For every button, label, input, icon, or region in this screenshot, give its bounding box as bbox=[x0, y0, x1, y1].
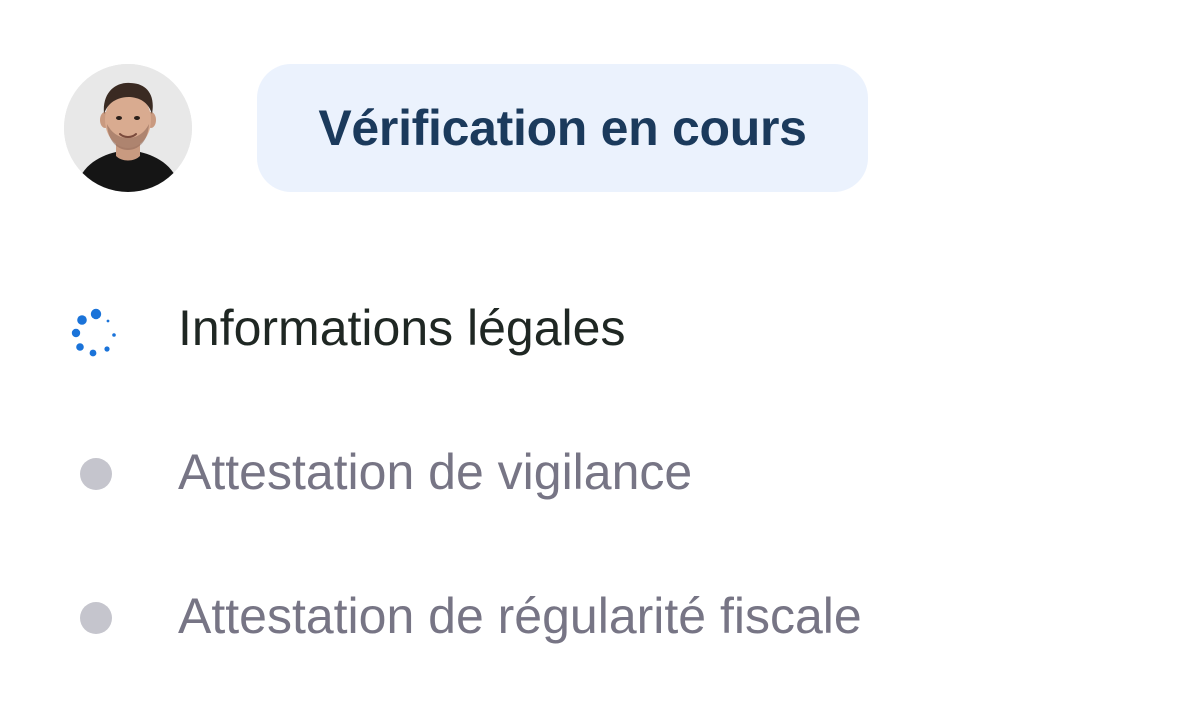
pending-dot-icon bbox=[66, 594, 126, 654]
pending-dot-icon bbox=[66, 450, 126, 510]
step-label: Attestation de vigilance bbox=[178, 444, 693, 500]
step-item-vigilance-certificate: Attestation de vigilance bbox=[0, 432, 1200, 512]
verification-panel: Vérification en cours Informations légal… bbox=[0, 0, 1200, 720]
step-label: Attestation de régularité fiscale bbox=[178, 588, 862, 644]
avatar bbox=[64, 64, 192, 192]
step-item-tax-compliance-certificate: Attestation de régularité fiscale bbox=[0, 576, 1200, 656]
verification-status-badge: Vérification en cours bbox=[257, 64, 868, 192]
user-portrait-icon bbox=[64, 64, 192, 192]
step-label: Informations légales bbox=[178, 300, 626, 356]
loading-spinner-icon bbox=[66, 306, 126, 366]
step-item-legal-information: Informations légales bbox=[0, 288, 1200, 368]
status-label: Vérification en cours bbox=[318, 100, 807, 156]
